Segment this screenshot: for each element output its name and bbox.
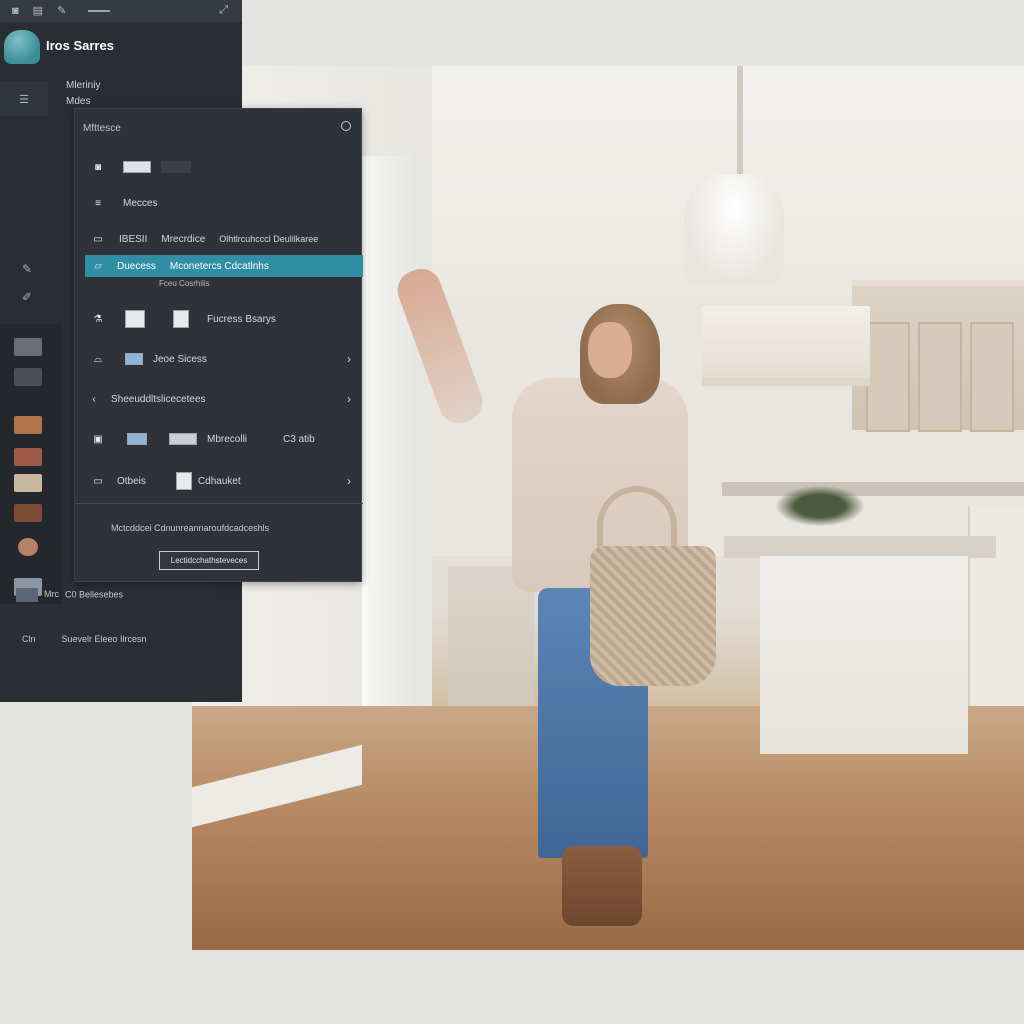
menu-item[interactable]: ‹ Sheeuddltslicecetees › — [75, 385, 363, 413]
thumbnail[interactable] — [14, 416, 42, 434]
expand-icon[interactable]: ⤢ — [219, 4, 228, 17]
menu-item-label: Otbeis — [117, 475, 146, 487]
context-menu: Mfttesce ◙ ≡ Mecces ▭ IBESII Mrecrdice O… — [74, 108, 363, 582]
menu-footer-text: Mctcddcei Cdnunreannaroufdcadceshls — [111, 523, 270, 533]
thumbnail — [125, 353, 143, 365]
camera-icon: ◙ — [94, 161, 102, 173]
menu-item-label: C3 atib — [283, 433, 315, 445]
pen-icon[interactable]: ✐ — [22, 290, 32, 304]
thumbnail — [123, 161, 151, 173]
row-label: C0 Bellesebes — [65, 589, 124, 600]
footer-button[interactable]: Lectidcchathsteveces — [159, 551, 259, 570]
bottom-row[interactable]: Mrc C0 Bellesebes — [16, 588, 123, 602]
menu-item[interactable]: ⚗ Fucress Bsarys — [75, 305, 363, 333]
menu-item-label: Jeoe Sicess — [153, 353, 207, 365]
stack-icon: ≡ — [95, 197, 101, 209]
thumbnail[interactable] — [14, 448, 42, 466]
pen-icon[interactable]: ✎ — [22, 262, 32, 276]
menu-item[interactable]: ▣ Mbrecolli C3 atib — [75, 425, 363, 453]
thumbnail — [16, 588, 38, 602]
chevron-right-icon: › — [347, 392, 351, 406]
hat-icon: ⌓ — [94, 353, 102, 365]
app-subtitle: Mdes — [66, 96, 91, 107]
menu-item[interactable]: ⌓ Jeoe Sicess › — [75, 345, 363, 373]
thumbnail-strip — [0, 324, 62, 604]
doc-icon — [173, 310, 189, 328]
folder-icon: ▱ — [94, 260, 102, 272]
image-icon[interactable]: ◙ — [12, 5, 19, 17]
menu-item-label: Fucress Bsarys — [207, 313, 276, 325]
flask-icon: ⚗ — [93, 313, 103, 325]
minus-icon[interactable] — [88, 10, 111, 12]
menu-item[interactable]: ≡ Mecces — [75, 189, 363, 217]
menu-item[interactable]: ◙ — [75, 153, 363, 181]
divider — [75, 503, 363, 504]
row-label: Suevelr Eleeo Ilrcesn — [61, 634, 147, 644]
doc-icon — [175, 472, 192, 490]
menu-caption: Fceu Cosrhiiis — [159, 279, 210, 288]
doc-icon — [125, 310, 145, 328]
menu-item-label: Mconetercs Cdcatlnhs — [169, 260, 269, 272]
thumbnail — [127, 433, 147, 445]
menu-item[interactable]: ▭ IBESII Mrecrdice Olhtlrcuhcccl Deulilk… — [75, 225, 363, 253]
thumbnail — [169, 433, 197, 445]
close-icon[interactable] — [341, 121, 351, 131]
menu-item[interactable]: ▭ Otbeis Cdhauket › — [75, 467, 363, 495]
menu-item-label: Cdhauket — [197, 475, 241, 487]
app-logo — [4, 30, 40, 64]
menu-item-selected[interactable]: ▱ Duecess Mconetercs Cdcatlnhs — [85, 255, 363, 277]
thumbnail[interactable] — [14, 474, 42, 492]
card-icon: ▭ — [93, 475, 103, 487]
thumbnail[interactable] — [14, 504, 42, 522]
card-icon: ▭ — [93, 233, 103, 245]
chevron-right-icon: › — [347, 474, 351, 488]
raised-arm — [391, 263, 489, 429]
back-icon: ‹ — [92, 393, 96, 405]
menu-item-label: Mbrecolli — [207, 433, 248, 445]
thumbnail[interactable] — [18, 538, 38, 556]
thumbnail[interactable] — [14, 338, 42, 356]
app-title: Iros Sarres — [46, 38, 114, 53]
menu-item-label: Olhtlrcuhcccl Deulilkaree — [219, 234, 319, 244]
list-icon[interactable]: ▤ — [33, 5, 43, 17]
menu-item-label: Mecces — [123, 197, 158, 209]
app-toolbar: ◙ ▤ ✎ ⤢ — [0, 0, 242, 22]
menu-icon[interactable]: ☰ — [0, 82, 48, 116]
menu-item-label: Mrecrdice — [161, 233, 206, 245]
row-icon: Cln — [22, 634, 36, 644]
tag-icon[interactable]: ✎ — [57, 5, 66, 17]
bottom-row[interactable]: Cln Suevelr Eleeo Ilrcesn — [22, 634, 147, 644]
menu-header: Mfttesce — [83, 123, 121, 134]
menu-item-label: Duecess — [117, 260, 156, 272]
boots — [562, 846, 642, 926]
thumbnail — [161, 161, 191, 173]
menu-item-label: IBESII — [119, 233, 148, 245]
row-code: Mrc — [44, 589, 59, 600]
app-subtitle: Mleriniy — [66, 80, 101, 91]
woven-bag — [590, 546, 716, 686]
image-icon: ▣ — [93, 433, 103, 445]
menu-item-label: Sheeuddltslicecetees — [111, 393, 206, 405]
chevron-right-icon: › — [347, 352, 351, 366]
thumbnail[interactable] — [14, 368, 42, 386]
face — [588, 322, 632, 378]
